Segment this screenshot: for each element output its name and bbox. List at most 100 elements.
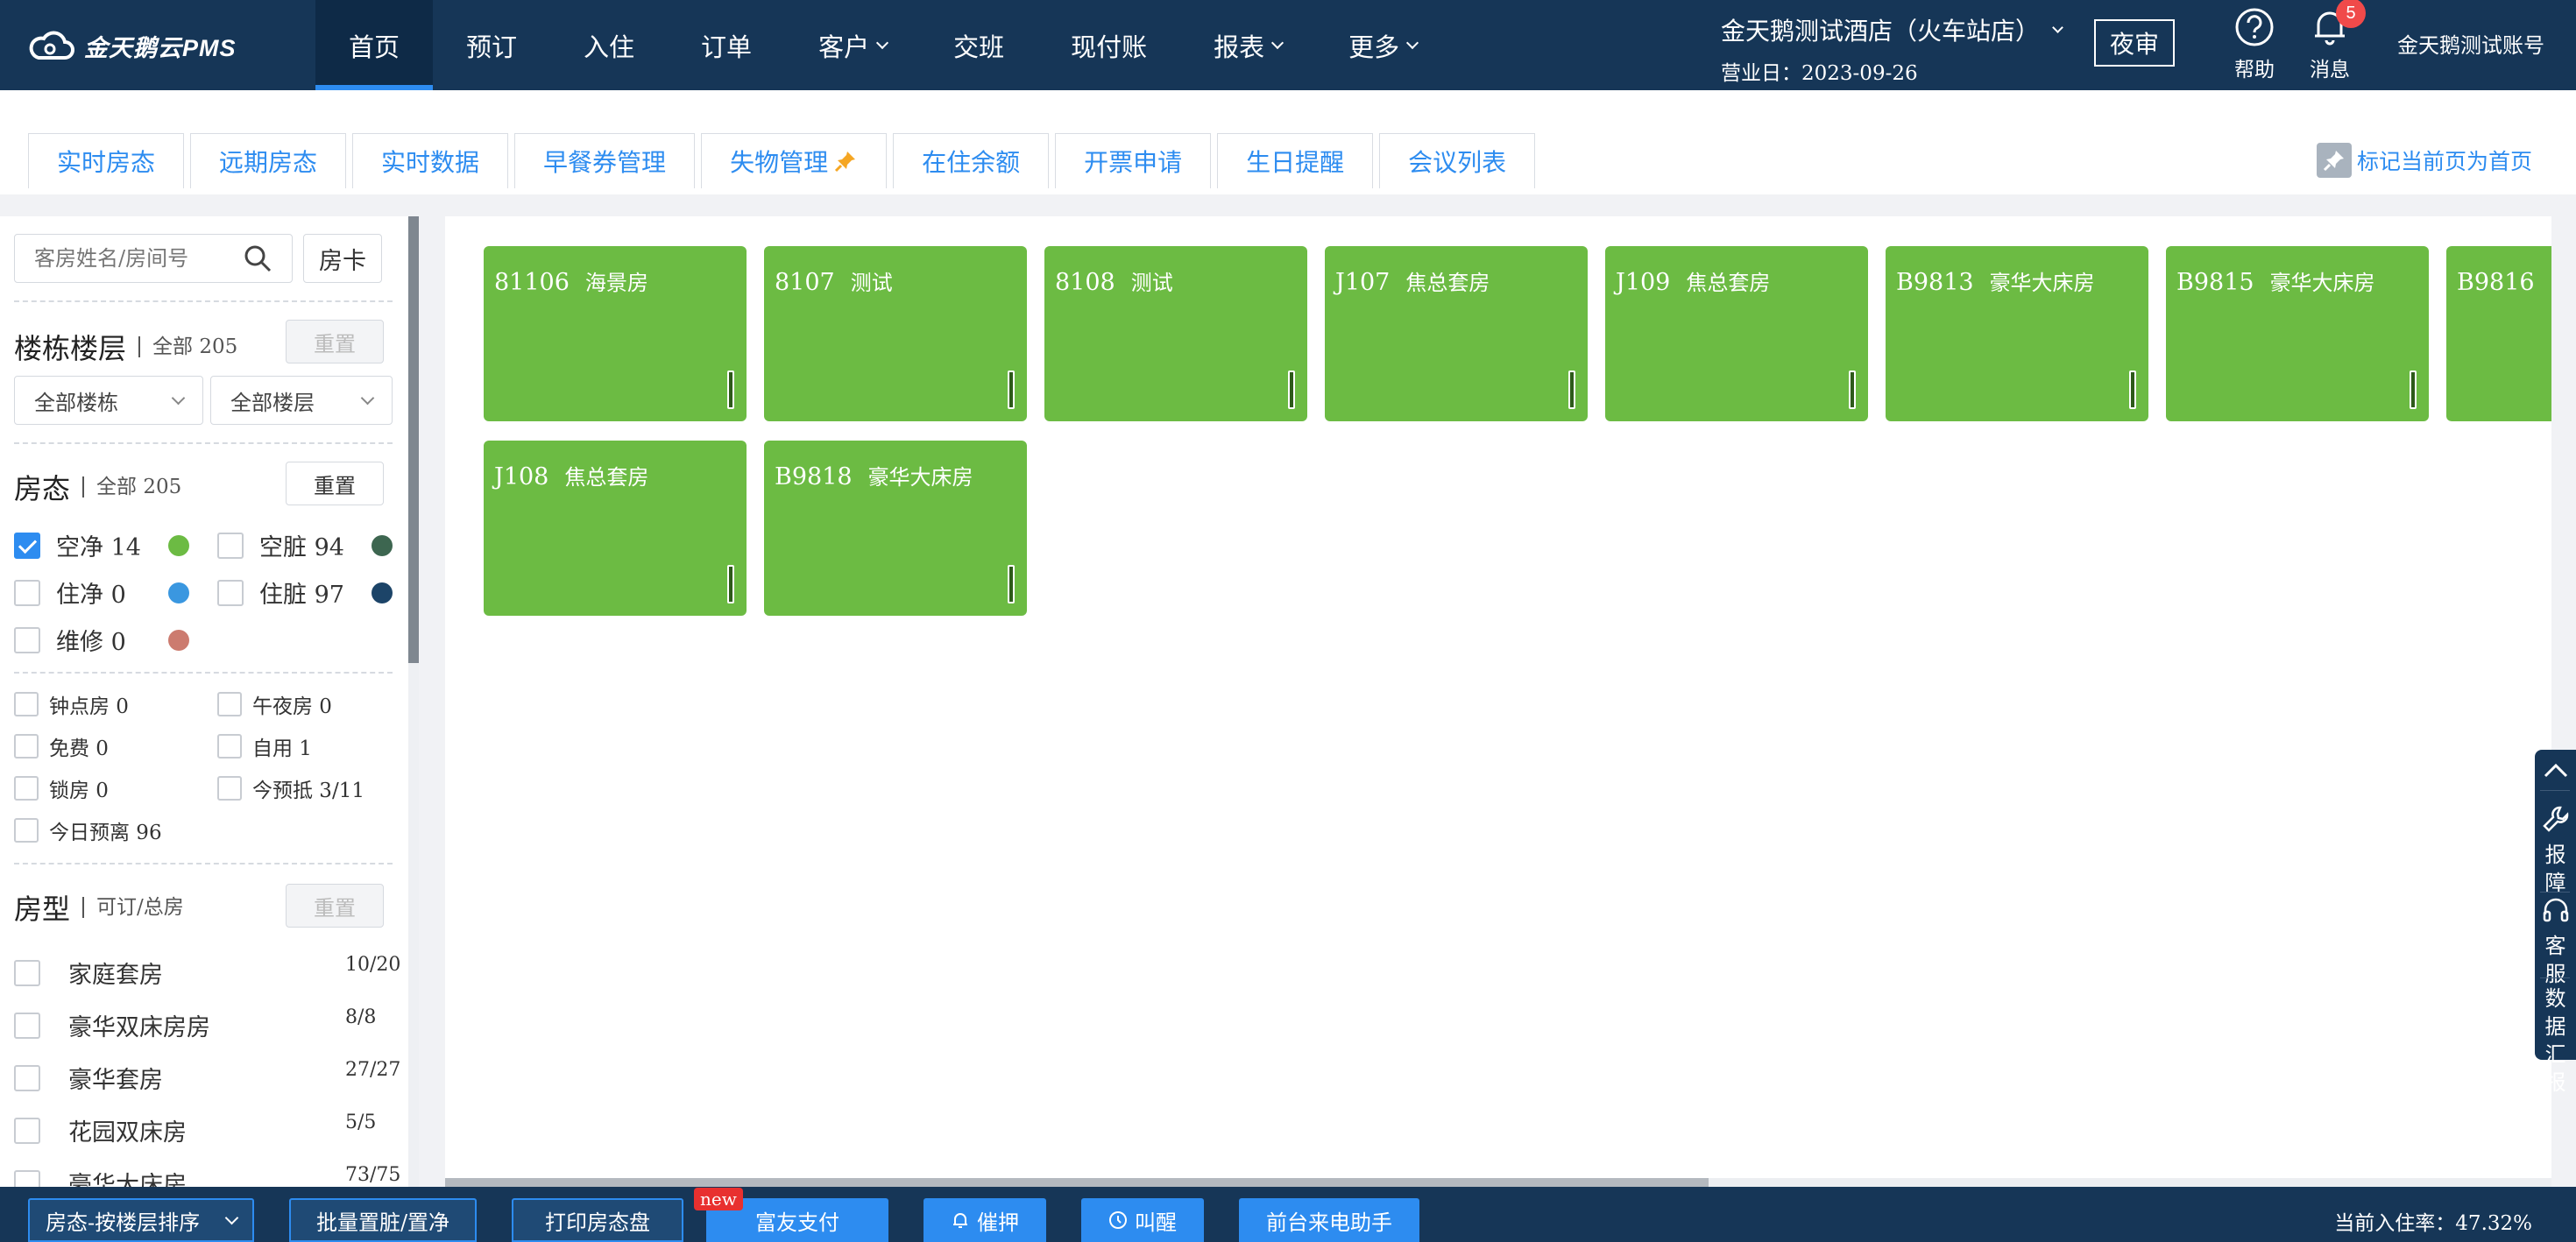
flag-locked[interactable]: 锁房 0 [14, 773, 109, 803]
status-reset-button[interactable]: 重置 [286, 462, 384, 505]
board-horizontal-scrollbar[interactable] [445, 1178, 2551, 1187]
sidebar-scrollbar[interactable] [408, 216, 419, 1187]
checkbox[interactable] [217, 532, 244, 559]
nav-reports[interactable]: 报表 [1180, 0, 1315, 90]
checkbox[interactable] [217, 692, 242, 716]
nav-booking[interactable]: 预订 [433, 0, 550, 90]
flag-free[interactable]: 免费 0 [14, 731, 109, 761]
batch-dirty-clean-button[interactable]: 批量置脏/置净 [289, 1198, 477, 1242]
room-card-button[interactable]: 房卡 [303, 234, 382, 283]
scrollbar-thumb[interactable] [408, 216, 419, 663]
help-button[interactable]: 帮助 [2234, 7, 2275, 82]
status-occupied-dirty[interactable]: 住脏 97 [217, 575, 393, 610]
status-vacant-clean[interactable]: 空净 14 [14, 528, 189, 562]
building-reset-button[interactable]: 重置 [286, 320, 384, 363]
room-card[interactable]: 8107 测试 [764, 246, 1027, 421]
wake-up-call-button[interactable]: 叫醒 [1081, 1198, 1204, 1242]
checkbox[interactable] [14, 959, 40, 986]
tab-birthday-reminder[interactable]: 生日提醒 [1217, 133, 1374, 188]
checkbox[interactable] [14, 626, 40, 653]
room-card[interactable]: J107 焦总套房 [1325, 246, 1588, 421]
nav-customers[interactable]: 客户 [785, 0, 920, 90]
fuyou-pay-button[interactable]: new 富友支付 [694, 1188, 888, 1242]
checkbox[interactable] [14, 734, 39, 759]
room-type-item[interactable]: 豪华套房 [14, 1061, 163, 1095]
checkbox[interactable] [14, 532, 40, 559]
tab-in-house-balance[interactable]: 在住余额 [893, 133, 1050, 188]
status-label: 住净 0 [56, 582, 126, 609]
flag-midnight-room[interactable]: 午夜房 0 [217, 689, 332, 719]
checkbox[interactable] [14, 1012, 40, 1039]
checkbox[interactable] [217, 579, 244, 606]
building-select[interactable]: 全部楼栋 [14, 376, 203, 425]
tab-meeting-list[interactable]: 会议列表 [1379, 133, 1536, 188]
room-card[interactable]: B9815 豪华大床房 [2166, 246, 2429, 421]
tab-realtime-data[interactable]: 实时数据 [352, 133, 509, 188]
flag-hourly-room[interactable]: 钟点房 0 [14, 689, 129, 719]
call-assistant-button[interactable]: 前台来电助手 [1239, 1198, 1419, 1242]
status-maintenance[interactable]: 维修 0 [14, 623, 189, 657]
sort-mode-select[interactable]: 房态-按楼层排序 [28, 1198, 254, 1242]
mark-as-home-button[interactable]: 标记当前页为首页 [2317, 143, 2532, 178]
checkbox[interactable] [217, 776, 242, 801]
account-menu[interactable]: 金天鹅测试账号 [2397, 28, 2544, 59]
nav-label: 入住 [584, 32, 635, 62]
nav-shift[interactable]: 交班 [920, 0, 1037, 90]
flag-self-use[interactable]: 自用 1 [217, 731, 312, 761]
tab-future-status[interactable]: 远期房态 [190, 133, 347, 188]
status-vacant-dirty[interactable]: 空脏 94 [217, 528, 393, 562]
tab-lost-found[interactable]: 失物管理 [701, 133, 888, 188]
room-search[interactable] [14, 234, 293, 283]
room-type-item[interactable]: 家庭套房 [14, 956, 163, 990]
nav-cash-account[interactable]: 现付账 [1037, 0, 1180, 90]
room-type-item[interactable]: 花园双床房 [14, 1113, 187, 1147]
room-card[interactable]: 8108 测试 [1044, 246, 1307, 421]
report-fault-button[interactable]: 报障 [2535, 804, 2576, 897]
chevron-down-icon [171, 391, 186, 405]
tab-realtime-status[interactable]: 实时房态 [28, 133, 185, 188]
nav-orders[interactable]: 订单 [668, 0, 785, 90]
flag-arriving-today[interactable]: 今预抵 3/11 [217, 773, 364, 803]
urge-deposit-button[interactable]: 催押 [924, 1198, 1046, 1242]
tab-breakfast-voucher[interactable]: 早餐券管理 [514, 133, 696, 188]
data-report-button[interactable]: 数据 汇报 [2535, 984, 2576, 1097]
collapse-toolbar-button[interactable] [2535, 760, 2576, 785]
room-type-reset-button[interactable]: 重置 [286, 884, 384, 928]
tab-invoice-request[interactable]: 开票申请 [1055, 133, 1212, 188]
room-card[interactable]: J109 焦总套房 [1605, 246, 1868, 421]
search-icon[interactable] [243, 243, 272, 273]
occupancy-rate: 当前入住率：47.32% [2334, 1212, 2532, 1235]
status-occupied-clean[interactable]: 住净 0 [14, 575, 189, 610]
scrollbar-thumb[interactable] [445, 1178, 1709, 1187]
hotel-switcher[interactable]: 金天鹅测试酒店（火车站店） 营业日：2023-09-26 [1721, 12, 2063, 86]
room-card[interactable]: B9813 豪华大床房 [1886, 246, 2148, 421]
checkbox[interactable] [217, 734, 242, 759]
status-color-dot [168, 629, 189, 651]
room-type-item[interactable]: 豪华大床房 [14, 1166, 187, 1187]
checkbox[interactable] [14, 579, 40, 606]
button-label: 富友支付 [755, 1210, 839, 1235]
app-logo[interactable]: 金天鹅云PMS [26, 26, 237, 65]
floor-select[interactable]: 全部楼层 [210, 376, 393, 425]
room-type-section-title: 房型 可订/总房 [14, 887, 184, 928]
room-card[interactable]: J108 焦总套房 [484, 441, 747, 616]
nav-more[interactable]: 更多 [1315, 0, 1450, 90]
checkbox[interactable] [14, 1169, 40, 1187]
room-card[interactable]: B9818 豪华大床房 [764, 441, 1027, 616]
checkbox[interactable] [14, 1064, 40, 1091]
print-status-board-button[interactable]: 打印房态盘 [512, 1198, 683, 1242]
checkbox[interactable] [14, 776, 39, 801]
room-card[interactable]: B9816豪华大床房 [2446, 246, 2551, 421]
messages-button[interactable]: 5 消息 [2310, 0, 2366, 82]
checkbox[interactable] [14, 692, 39, 716]
checkbox[interactable] [14, 818, 39, 843]
checkbox[interactable] [14, 1117, 40, 1144]
nav-home[interactable]: 首页 [315, 0, 434, 90]
nav-checkin[interactable]: 入住 [550, 0, 668, 90]
room-card[interactable]: 81106 海景房 [484, 246, 747, 421]
customer-service-button[interactable]: 客服 [2535, 895, 2576, 988]
night-audit-button[interactable]: 夜审 [2094, 19, 2175, 67]
flag-departing-today[interactable]: 今日预离 96 [14, 815, 162, 845]
search-input[interactable] [34, 246, 236, 271]
room-type-item[interactable]: 豪华双床房房 [14, 1008, 210, 1042]
